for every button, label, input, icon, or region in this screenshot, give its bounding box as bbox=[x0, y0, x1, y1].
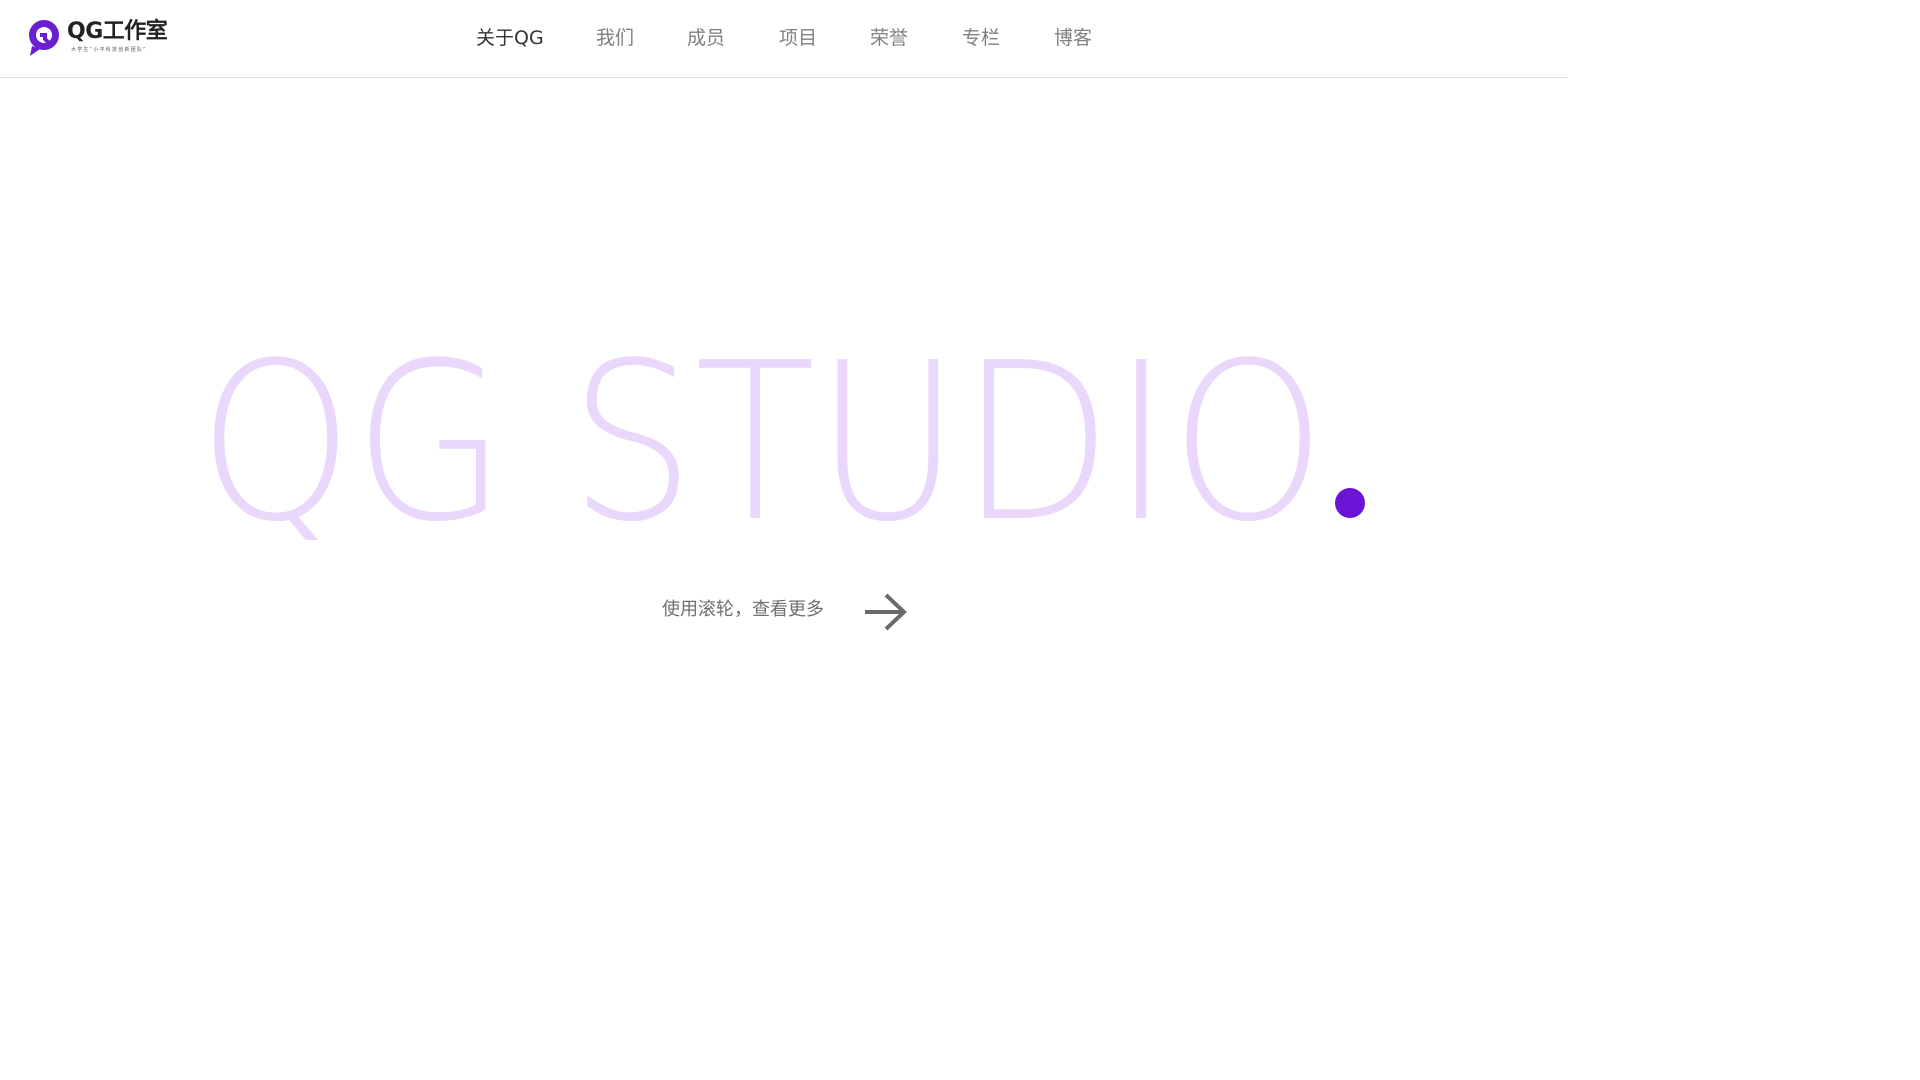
nav-item-blog[interactable]: 博客 bbox=[1054, 26, 1092, 50]
arrow-right-icon[interactable] bbox=[862, 590, 908, 634]
nav-item-us[interactable]: 我们 bbox=[596, 26, 634, 50]
hero-headline: QG STUDIO bbox=[198, 340, 1326, 540]
nav-item-columns[interactable]: 专栏 bbox=[962, 26, 1000, 50]
scroll-hint-text: 使用滚轮，查看更多 bbox=[662, 599, 824, 620]
hero-accent-dot bbox=[1335, 488, 1365, 518]
site-header: QG工作室 大学生“小平科技创新团队” 关于QG 我们 成员 项目 荣誉 专栏 … bbox=[0, 0, 1568, 78]
main-nav: 关于QG 我们 成员 项目 荣誉 专栏 博客 bbox=[0, 0, 1568, 77]
nav-item-about-qg[interactable]: 关于QG bbox=[476, 26, 544, 50]
nav-item-projects[interactable]: 项目 bbox=[779, 26, 817, 50]
nav-item-honors[interactable]: 荣誉 bbox=[870, 26, 908, 50]
hero-headline-graphic: QG STUDIO bbox=[189, 340, 1365, 540]
hero-section: QG STUDIO bbox=[0, 340, 1568, 540]
nav-item-members[interactable]: 成员 bbox=[687, 26, 725, 50]
